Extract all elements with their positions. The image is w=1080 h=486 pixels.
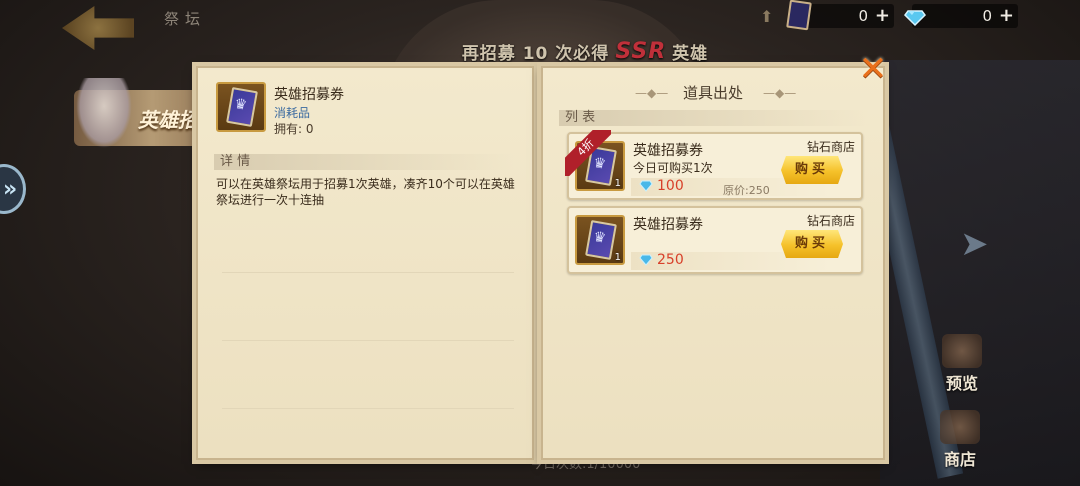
divider [222, 408, 514, 409]
preview-button[interactable]: 预览 [932, 334, 992, 394]
banner-prefix: 再招募 10 次必得 [461, 43, 610, 64]
item-type: 消耗品 [274, 106, 311, 120]
icon-count: 1 [614, 178, 621, 189]
guarantee-banner: 再招募 10 次必得 SSR 英雄 [420, 36, 750, 66]
diamond-icon [904, 10, 926, 27]
hero-recruit-tab-label: 英雄招 [138, 108, 198, 132]
ticket-icon [786, 0, 812, 31]
row-item-name: 英雄招募券 [633, 143, 703, 159]
next-arrow-icon[interactable]: ➤ [960, 224, 989, 264]
ticket-count: 0 [858, 7, 868, 25]
row-item-name: 英雄招募券 [633, 217, 703, 233]
row-shop-name: 钻石商店 [806, 214, 855, 228]
ssr-badge: SSR [615, 38, 667, 64]
row-original-price: 原价:250 [723, 184, 770, 197]
diamond-icon [639, 254, 653, 266]
divider [222, 272, 514, 273]
source-panel-title: 道具出处 [682, 84, 743, 102]
shop-label: 商店 [943, 450, 976, 469]
screen-title: 祭坛 [164, 10, 207, 28]
icon-count: 1 [614, 252, 621, 263]
item-source-panel: —◆— 道具出处 —◆— 列 表 1 4折 英雄招募券 钻石商店 今日可购买1次… [541, 66, 885, 460]
add-ticket-button[interactable]: + [875, 7, 890, 25]
source-row: 1 英雄招募券 钻石商店 250 购买 [567, 206, 863, 274]
row-purchase-limit: 今日可购买1次 [633, 161, 713, 175]
row-price: 250 [657, 252, 684, 268]
shop-icon [940, 410, 980, 444]
diamond-count: 0 [982, 7, 992, 25]
item-description: 可以在英雄祭坛用于招募1次英雄，凑齐10个可以在英雄祭坛进行一次十连抽 [216, 177, 515, 207]
source-row: 1 4折 英雄招募券 钻石商店 今日可购买1次 100 原价:250 购买 [565, 130, 863, 200]
discount-ribbon: 4折 [565, 130, 611, 176]
item-detail-panel: 英雄招募券 消耗品 拥有: 0 详 情 可以在英雄祭坛用于招募1次英雄，凑齐10… [196, 66, 534, 460]
buy-button[interactable]: 购买 [781, 156, 843, 184]
book-icon [942, 334, 982, 368]
row-price: 100 [657, 178, 684, 194]
recruit-ticket-icon [216, 82, 266, 132]
row-shop-name: 钻石商店 [806, 140, 855, 154]
diamond-currency: 0 + [912, 4, 1018, 28]
diamond-icon [639, 180, 653, 192]
shop-button[interactable]: 商店 [930, 410, 990, 470]
add-diamond-button[interactable]: + [999, 7, 1014, 25]
list-section-header: 列 表 [559, 110, 869, 126]
recruit-ticket-icon: 1 [575, 215, 625, 265]
chevron-right-icon: » [3, 177, 18, 202]
title-ornament: —◆— [763, 86, 797, 100]
detail-section-header: 详 情 [214, 154, 514, 170]
ticket-currency: 0 + [800, 4, 894, 28]
banner-suffix: 英雄 [672, 43, 709, 64]
item-name: 英雄招募券 [274, 87, 344, 103]
buy-button[interactable]: 购买 [781, 230, 843, 258]
hero-avatar [76, 78, 132, 148]
close-icon[interactable]: ✕ [856, 52, 890, 88]
upgrade-arrow-icon: ⬆ [760, 7, 774, 26]
divider [222, 340, 514, 341]
discount-label: 4折 [565, 130, 611, 176]
item-owned: 拥有: 0 [274, 122, 314, 136]
preview-label: 预览 [945, 374, 978, 393]
